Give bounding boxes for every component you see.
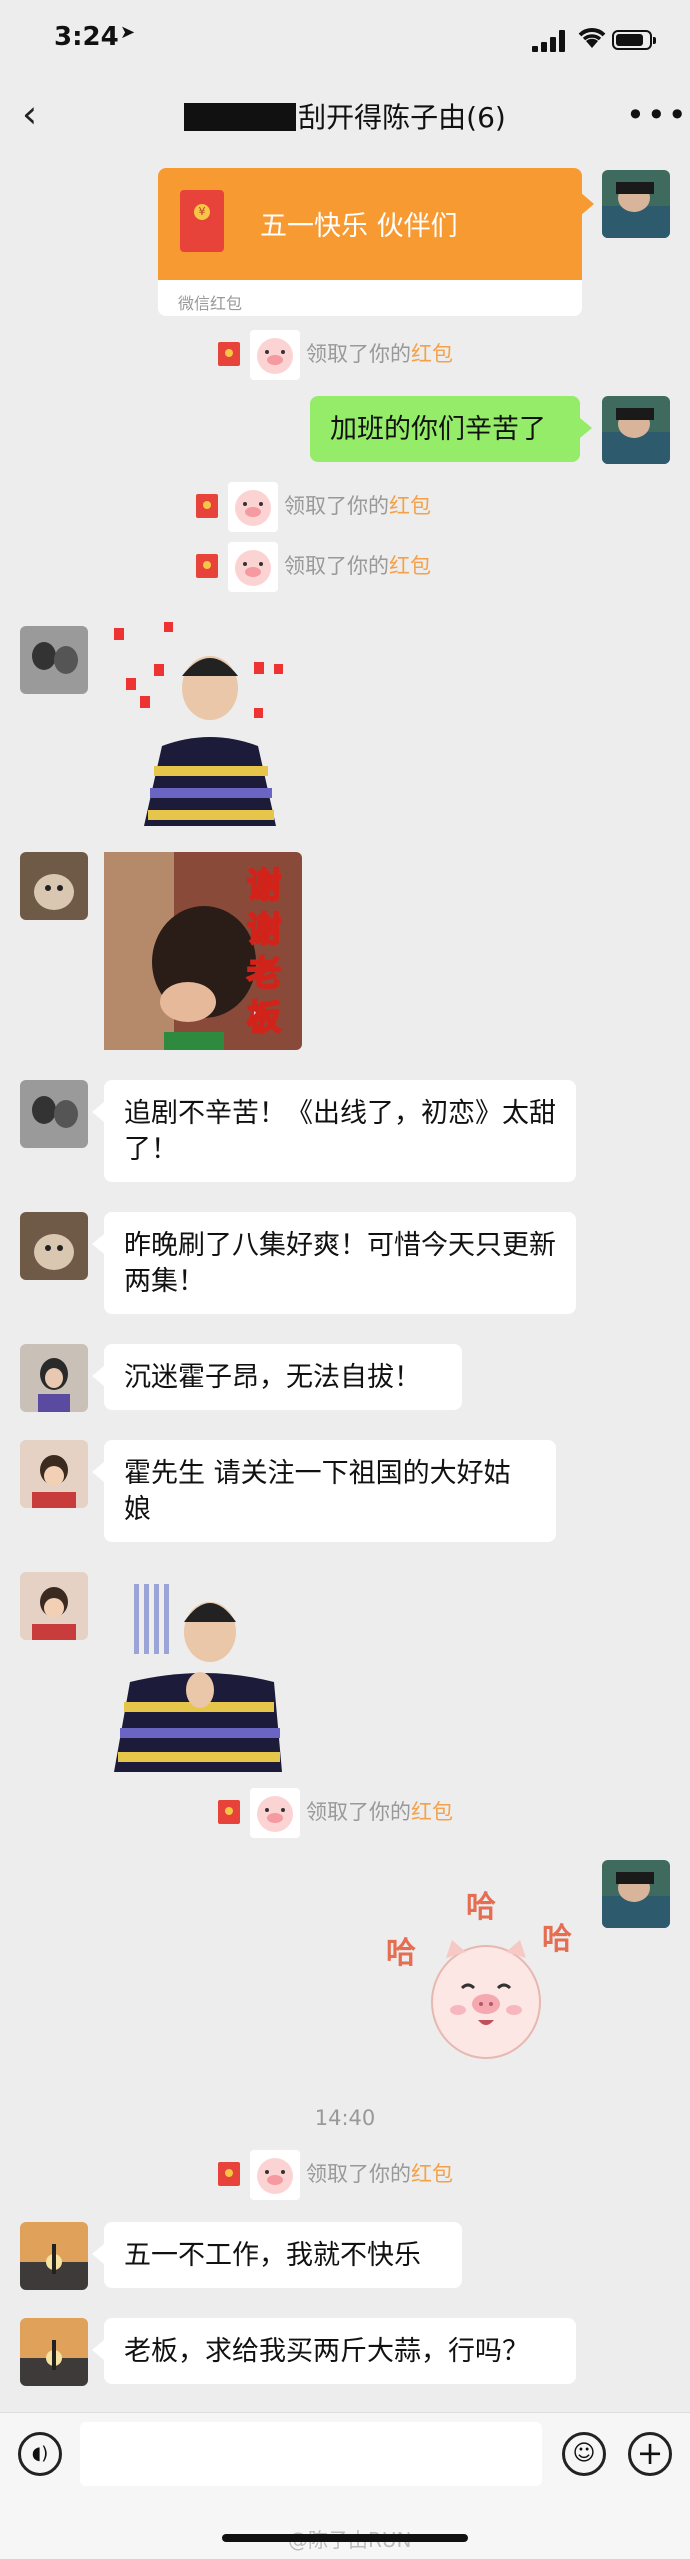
red-packet-icon	[196, 494, 218, 518]
member-avatar[interactable]	[20, 1344, 88, 1412]
bubble-tail	[580, 418, 592, 438]
member-avatar[interactable]	[20, 1080, 88, 1148]
pig-sticker-icon	[250, 2150, 300, 2200]
red-packet-icon	[218, 342, 240, 366]
pig-sticker-icon	[228, 482, 278, 532]
system-notice: 领取了你的红包	[218, 330, 453, 380]
sticker-image[interactable]	[104, 1572, 294, 1772]
bubble-tail	[92, 2340, 104, 2360]
member-avatar[interactable]	[20, 1212, 88, 1280]
wifi-icon	[578, 28, 606, 48]
status-time: 3:24	[54, 22, 119, 52]
self-avatar[interactable]	[602, 1860, 670, 1928]
member-avatar[interactable]	[20, 1440, 88, 1508]
bubble-tail	[92, 1234, 104, 1254]
home-indicator	[222, 2534, 468, 2542]
message-bubble[interactable]: 霍先生 请关注一下祖国的大好姑娘	[104, 1440, 556, 1542]
member-avatar[interactable]	[20, 2318, 88, 2386]
member-avatar[interactable]	[20, 2222, 88, 2290]
red-packet-icon	[218, 2162, 240, 2186]
bubble-tail	[580, 192, 594, 216]
redacted-text	[184, 103, 297, 131]
sticker-caption: 谢谢老板	[246, 865, 282, 1039]
pig-sticker-icon	[228, 542, 278, 592]
message-bubble[interactable]: 老板，求给我买两斤大蒜，行吗？	[104, 2318, 576, 2384]
red-packet-footer: 微信红包	[178, 294, 243, 313]
voice-icon[interactable]: ◖)	[18, 2432, 62, 2476]
bubble-tail	[92, 1366, 104, 1386]
message-input[interactable]	[80, 2422, 542, 2486]
signal-icon	[532, 30, 566, 52]
bubble-tail	[92, 1102, 104, 1122]
plus-icon[interactable]: +	[628, 2432, 672, 2476]
message-bubble[interactable]: 沉迷霍子昂，无法自拔！	[104, 1344, 462, 1410]
member-avatar[interactable]	[20, 852, 88, 920]
more-dots-icon[interactable]: •••	[626, 96, 689, 134]
system-notice: 领取了你的红包	[218, 1788, 453, 1838]
red-packet-card[interactable]: 五一快乐 伙伴们 微信红包	[158, 168, 582, 316]
chat-title: 刮开得陈子由(6)	[0, 96, 690, 136]
sticker-text: 哈	[386, 1936, 416, 1971]
red-packet-greeting: 五一快乐 伙伴们	[260, 211, 458, 242]
location-arrow-icon: ➤	[120, 22, 136, 43]
self-avatar[interactable]	[602, 170, 670, 238]
battery-icon	[612, 30, 656, 50]
red-packet-icon	[218, 1800, 240, 1824]
pig-sticker-icon	[250, 1788, 300, 1838]
bubble-tail	[92, 2244, 104, 2264]
chat-timestamp: 14:40	[314, 2106, 376, 2130]
red-packet-icon	[180, 190, 224, 252]
system-notice: 领取了你的红包	[196, 542, 431, 592]
system-notice: 领取了你的红包	[196, 482, 431, 532]
sticker-text: 哈	[466, 1890, 496, 1925]
message-bubble[interactable]: 追剧不辛苦！《出线了，初恋》太甜了！	[104, 1080, 576, 1182]
emoji-icon[interactable]: ☺	[562, 2432, 606, 2476]
message-bubble[interactable]: 五一不工作，我就不快乐	[104, 2222, 462, 2288]
self-avatar[interactable]	[602, 396, 670, 464]
pig-sticker-icon	[250, 330, 300, 380]
member-avatar[interactable]	[20, 1572, 88, 1640]
system-notice: 领取了你的红包	[218, 2150, 453, 2200]
bubble-tail	[92, 1462, 104, 1482]
red-packet-icon	[196, 554, 218, 578]
sticker-text: 哈	[542, 1922, 572, 1957]
message-bubble[interactable]: 昨晚刷了八集好爽！可惜今天只更新两集！	[104, 1212, 576, 1314]
sticker-image[interactable]	[104, 616, 304, 832]
self-message-bubble[interactable]: 加班的你们辛苦了	[310, 396, 580, 462]
member-avatar[interactable]	[20, 626, 88, 694]
